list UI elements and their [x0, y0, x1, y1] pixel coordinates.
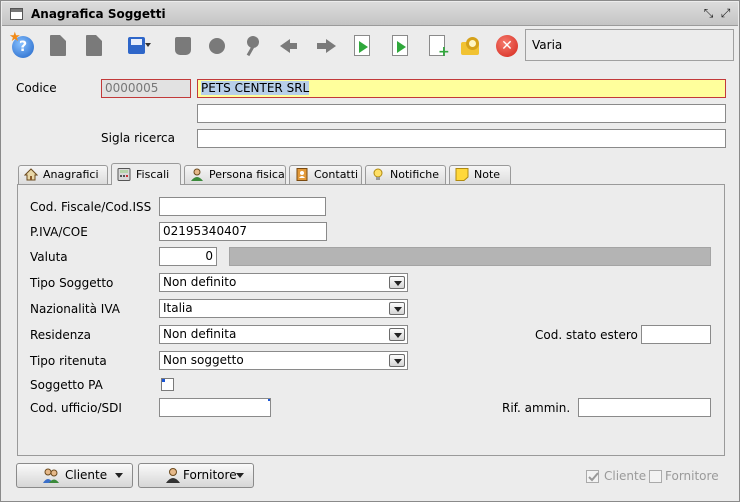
- tab-fiscali[interactable]: Fiscali: [111, 163, 181, 185]
- ragione-sociale-field[interactable]: PETS CENTER SRL: [197, 79, 726, 98]
- toolbar: ? ★ + ✕ Varia: [3, 27, 737, 65]
- codice-field[interactable]: 0000005: [101, 79, 191, 98]
- search-folder-icon[interactable]: [457, 32, 485, 60]
- cliente-button[interactable]: Cliente: [16, 463, 133, 488]
- cod-fiscale-field[interactable]: [159, 197, 326, 216]
- fornitore-checkbox[interactable]: [649, 470, 662, 483]
- residenza-label: Residenza: [30, 328, 92, 342]
- caret-down-icon: [115, 473, 123, 478]
- soggetto-pa-checkbox[interactable]: [161, 378, 174, 391]
- restore-icon[interactable]: ⤡: [701, 6, 716, 21]
- caret-down-icon: [236, 473, 244, 478]
- ragione-sociale-2-field[interactable]: [197, 104, 726, 123]
- piva-label: P.IVA/COE: [30, 225, 88, 239]
- fornitore-button[interactable]: Fornitore: [138, 463, 254, 488]
- sigla-ricerca-field[interactable]: [197, 129, 726, 148]
- person-icon: [191, 168, 203, 181]
- calculator-icon: [117, 168, 131, 181]
- address-book-icon: [296, 168, 308, 181]
- gray-document-icon[interactable]: [45, 32, 73, 60]
- window-title: Anagrafica Soggetti: [31, 7, 166, 21]
- fornitore-check-label: Fornitore: [665, 469, 719, 483]
- arrow-left-icon[interactable]: [276, 32, 304, 60]
- valuta-description-field: [229, 247, 711, 266]
- rif-ammin-label: Rif. ammin.: [502, 401, 571, 415]
- chevron-down-icon[interactable]: [389, 328, 405, 341]
- codice-label: Codice: [16, 81, 57, 95]
- supplier-icon: [166, 468, 180, 483]
- users-icon: [43, 468, 59, 483]
- tab-persona-fisica[interactable]: Persona fisica: [184, 165, 286, 184]
- ragione-sociale-text: PETS CENTER SRL: [201, 81, 310, 95]
- tipo-ritenuta-value: Non soggetto: [163, 353, 244, 367]
- save-icon[interactable]: [123, 32, 151, 60]
- maximize-icon[interactable]: ⤢: [718, 6, 733, 21]
- tipo-soggetto-value: Non definito: [163, 275, 237, 289]
- tab-anagrafici[interactable]: Anagrafici: [18, 165, 108, 184]
- key-icon[interactable]: [239, 32, 267, 60]
- chevron-down-icon[interactable]: [389, 354, 405, 367]
- export-doc-icon[interactable]: [386, 32, 414, 60]
- rif-ammin-field[interactable]: [578, 398, 711, 417]
- lightbulb-icon: [373, 168, 383, 180]
- soggetto-pa-label: Soggetto PA: [30, 378, 103, 392]
- cliente-button-label: Cliente: [65, 468, 108, 482]
- new-doc-icon[interactable]: +: [423, 32, 451, 60]
- valuta-label: Valuta: [30, 250, 68, 264]
- residenza-select[interactable]: Non definita: [159, 325, 408, 344]
- chevron-down-icon[interactable]: [389, 302, 405, 315]
- nazionalita-iva-label: Nazionalità IVA: [30, 302, 120, 316]
- anagrafica-window: Anagrafica Soggetti ⤡ ⤢ ? ★ + ✕ Varia Cod…: [0, 0, 740, 502]
- cod-stato-estero-label: Cod. stato estero: [535, 328, 638, 342]
- residenza-value: Non definita: [163, 327, 237, 341]
- nazionalita-iva-select[interactable]: Italia: [159, 299, 408, 318]
- cod-fiscale-label: Cod. Fiscale/Cod.ISS: [30, 200, 152, 214]
- piva-field[interactable]: 02195340407: [159, 222, 327, 241]
- tipo-ritenuta-select[interactable]: Non soggetto: [159, 351, 408, 370]
- chevron-down-icon[interactable]: [389, 276, 405, 289]
- puzzle-icon[interactable]: [203, 32, 231, 60]
- title-bar: Anagrafica Soggetti ⤡ ⤢: [2, 2, 738, 26]
- import-doc-icon[interactable]: [348, 32, 376, 60]
- tipo-soggetto-label: Tipo Soggetto: [30, 276, 114, 290]
- sigla-ricerca-label: Sigla ricerca: [101, 131, 175, 145]
- tab-notifiche[interactable]: Notifiche: [365, 165, 446, 184]
- help-icon[interactable]: ? ★: [9, 30, 37, 60]
- tab-note[interactable]: Note: [449, 165, 511, 184]
- arrow-right-icon[interactable]: [312, 32, 340, 60]
- cod-ufficio-label: Cod. ufficio/SDI: [30, 401, 122, 415]
- nazionalita-iva-value: Italia: [163, 301, 193, 315]
- note-icon: [455, 168, 469, 181]
- cliente-checkbox[interactable]: [586, 470, 599, 483]
- varia-field[interactable]: Varia: [525, 29, 734, 61]
- tab-contatti[interactable]: Contatti: [289, 165, 362, 184]
- fornitore-button-label: Fornitore: [183, 468, 237, 482]
- house-icon: [24, 168, 38, 181]
- cod-stato-estero-field[interactable]: [641, 325, 711, 344]
- valuta-field[interactable]: 0: [159, 247, 217, 266]
- cliente-check-label: Cliente: [604, 469, 647, 483]
- close-icon[interactable]: ✕: [493, 32, 521, 60]
- tipo-ritenuta-label: Tipo ritenuta: [30, 354, 107, 368]
- cod-ufficio-field[interactable]: [159, 398, 271, 417]
- tipo-soggetto-select[interactable]: Non definito: [159, 273, 408, 292]
- trash-icon[interactable]: [169, 32, 197, 60]
- window-icon: [10, 8, 23, 20]
- gray-document-copy-icon[interactable]: [81, 32, 109, 60]
- checkmark-icon: [588, 472, 599, 482]
